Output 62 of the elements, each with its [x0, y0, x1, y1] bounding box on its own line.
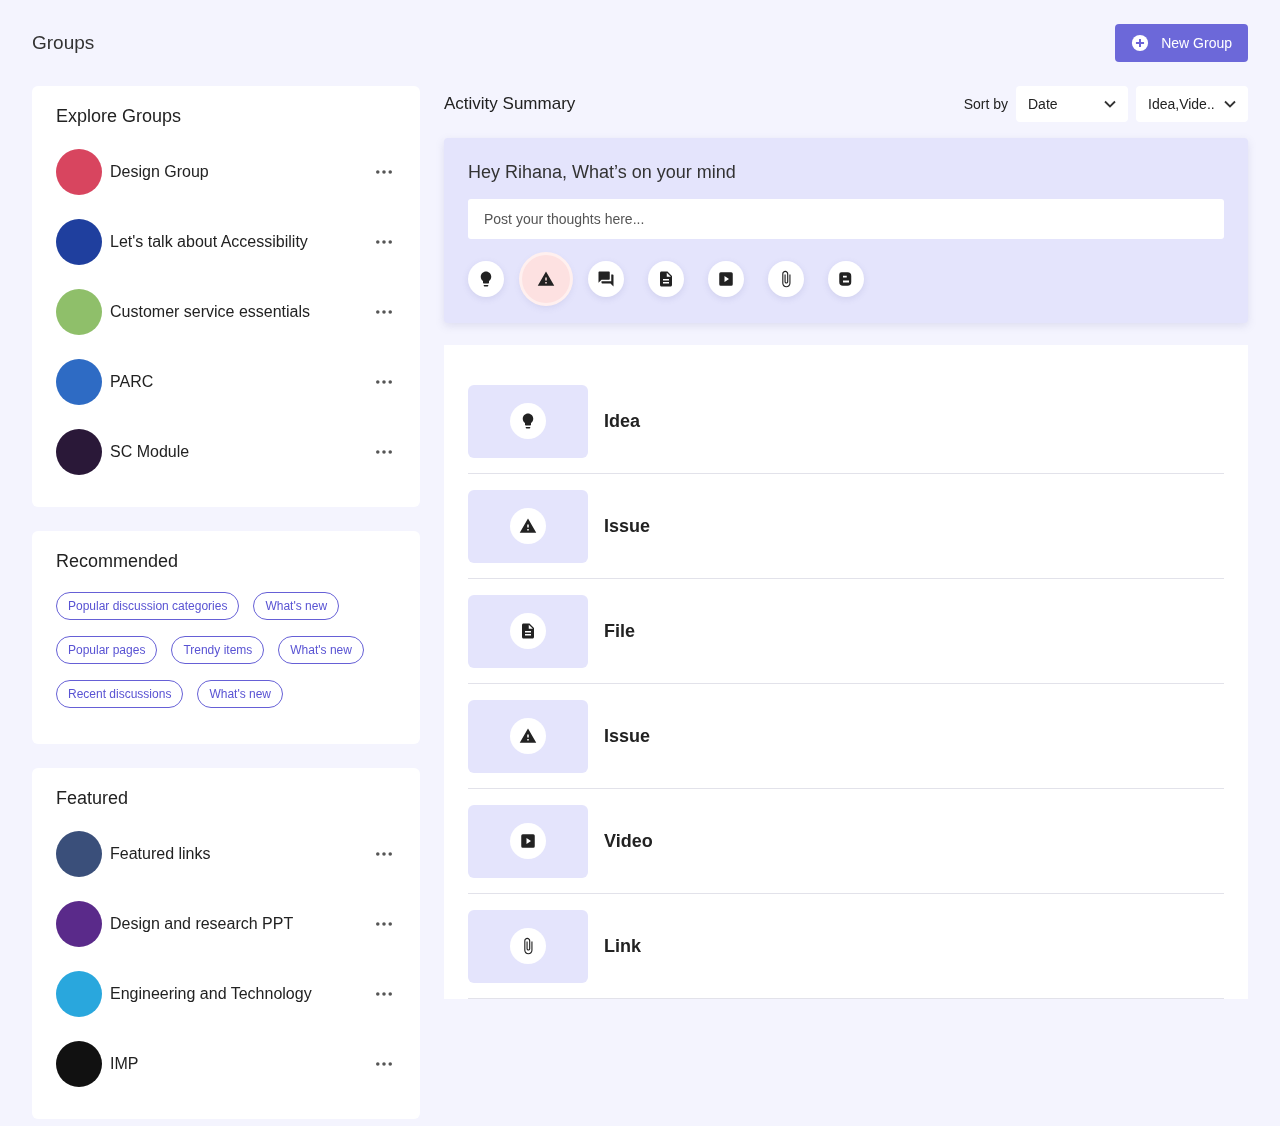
post-type-button[interactable]	[828, 261, 864, 297]
more-options-icon[interactable]	[376, 922, 392, 926]
sort-label: Sort by	[963, 96, 1008, 112]
play-icon	[717, 270, 735, 288]
more-options-icon[interactable]	[376, 170, 392, 174]
group-avatar	[56, 149, 102, 195]
group-name[interactable]: Customer service essentials	[110, 303, 368, 321]
group-name[interactable]: Engineering and Technology	[110, 985, 368, 1003]
activity-type-label: Issue	[604, 725, 651, 747]
more-options-icon[interactable]	[376, 310, 392, 314]
card-title: Explore Groups	[56, 106, 183, 127]
new-group-button[interactable]: New Group	[1115, 24, 1248, 62]
activity-type-label: File	[604, 620, 635, 642]
document-icon	[657, 270, 675, 288]
group-avatar	[56, 429, 102, 475]
chat-icon	[597, 270, 615, 288]
post-type-button[interactable]	[588, 261, 624, 297]
group-avatar	[56, 359, 102, 405]
post-type-button[interactable]	[468, 261, 504, 297]
plus-icon	[1131, 34, 1150, 52]
more-options-icon[interactable]	[376, 852, 392, 856]
card-title: Featured	[56, 788, 130, 809]
group-avatar	[56, 971, 102, 1017]
post-type-button[interactable]	[708, 261, 744, 297]
filter-dropdown[interactable]: Idea,Vide..	[1136, 86, 1248, 122]
chevron-down-icon	[1224, 100, 1236, 108]
activity-type-label: Issue	[604, 515, 651, 537]
more-options-icon[interactable]	[376, 240, 392, 244]
group-name[interactable]: Design Group	[110, 163, 368, 181]
chevron-down-icon	[1104, 100, 1116, 108]
more-options-icon[interactable]	[376, 992, 392, 996]
more-options-icon[interactable]	[376, 380, 392, 384]
activity-type-label: Idea	[604, 410, 641, 432]
group-name[interactable]: Featured links	[110, 845, 368, 863]
group-name[interactable]: Let's talk about Accessibility	[110, 233, 368, 251]
warning-icon	[519, 727, 537, 745]
card-title: Recommended	[56, 551, 180, 572]
sort-dropdown[interactable]: Date	[1016, 86, 1128, 122]
group-avatar	[56, 831, 102, 877]
post-type-button[interactable]	[522, 255, 570, 303]
page-title: Groups	[32, 32, 95, 54]
group-name[interactable]: Design and research PPT	[110, 915, 368, 933]
group-avatar	[56, 219, 102, 265]
group-name[interactable]: SC Module	[110, 443, 368, 461]
document-icon	[519, 622, 537, 640]
group-avatar	[56, 901, 102, 947]
activity-type-label: Link	[604, 935, 641, 957]
more-options-icon[interactable]	[376, 450, 392, 454]
section-title: Activity Summary	[444, 94, 577, 114]
warning-icon	[537, 270, 555, 288]
group-name[interactable]: IMP	[110, 1055, 368, 1073]
play-icon	[519, 832, 537, 850]
activity-type-label: Video	[604, 830, 653, 852]
group-avatar	[56, 1041, 102, 1087]
warning-icon	[519, 517, 537, 535]
group-name[interactable]: PARC	[110, 373, 368, 391]
post-type-button[interactable]	[648, 261, 684, 297]
post-type-button[interactable]	[768, 261, 804, 297]
more-options-icon[interactable]	[376, 1062, 392, 1066]
group-avatar	[56, 289, 102, 335]
post-input-field[interactable]: Post your thoughts here...	[468, 199, 1224, 239]
greeting-text: Hey Rihana, What’s on your mind	[468, 162, 737, 183]
